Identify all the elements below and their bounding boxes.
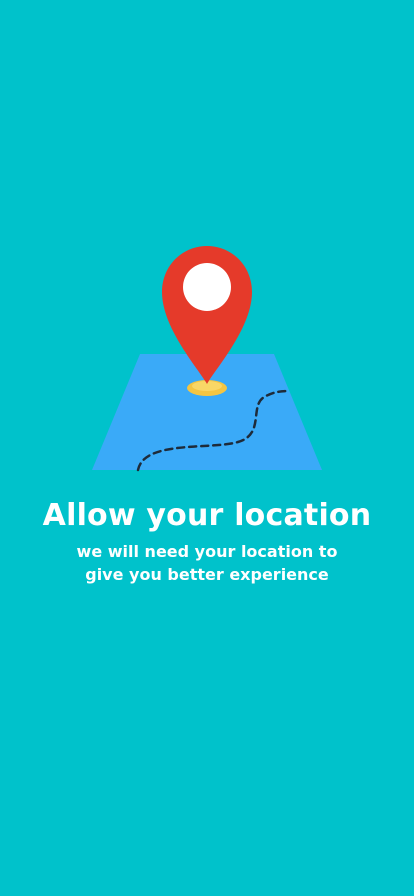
page-subtitle: we will need your location to give you b…: [76, 542, 338, 584]
page-title: Allow your location: [42, 498, 372, 533]
map-illustration: [90, 244, 324, 474]
location-permission-screen: Allow your location we will need your lo…: [0, 0, 414, 896]
location-pin-on-map-icon: [92, 246, 322, 472]
pin-center: [183, 263, 231, 311]
